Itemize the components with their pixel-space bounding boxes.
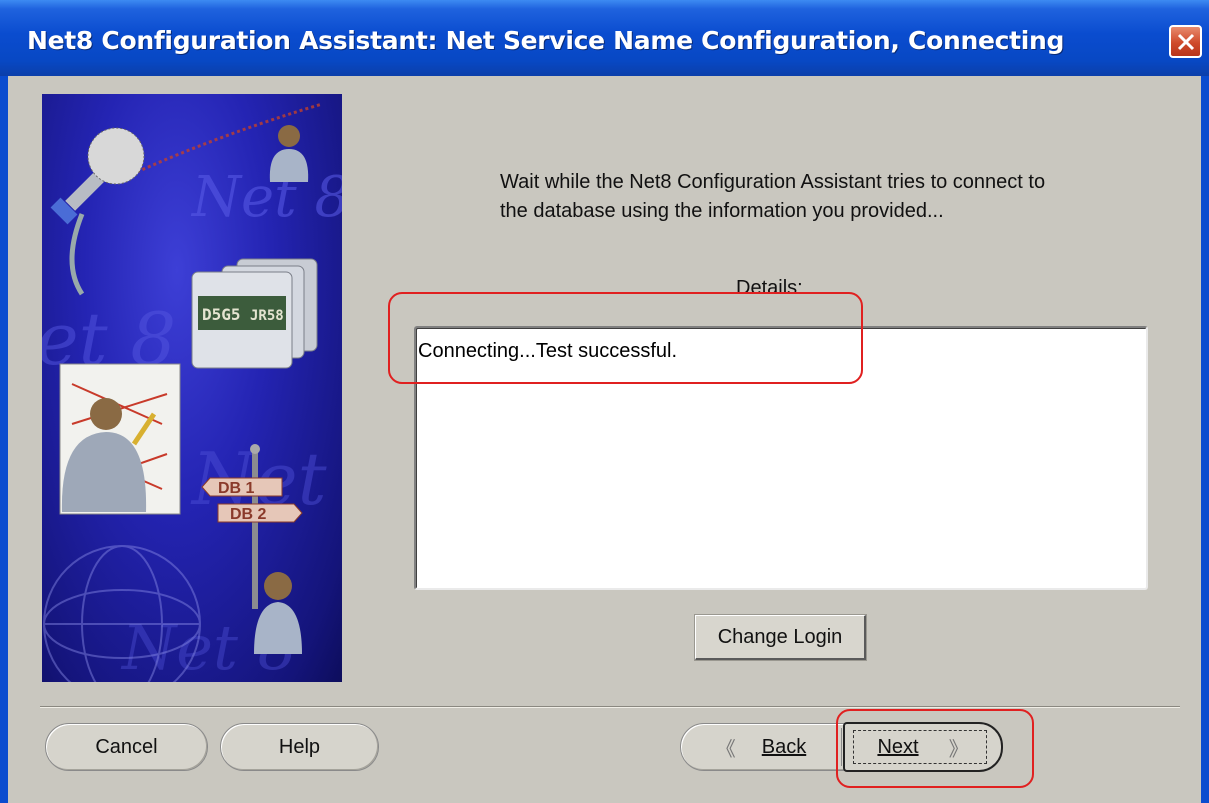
watermark-text: Net 8	[190, 165, 342, 230]
instructions-text: Wait while the Net8 Configuration Assist…	[500, 171, 1046, 222]
close-icon	[1177, 33, 1195, 51]
help-button[interactable]: Help	[220, 723, 379, 771]
window-frame-right	[1201, 76, 1209, 803]
cancel-button[interactable]: Cancel	[45, 723, 208, 771]
back-button-label: Back	[761, 735, 807, 758]
close-button[interactable]	[1169, 25, 1202, 58]
nav-divider	[841, 728, 842, 766]
back-button[interactable]: 《 Back	[681, 724, 841, 770]
folder-label: D5G5	[202, 305, 241, 324]
microphone-icon	[50, 127, 145, 296]
folder-icon: D5G5 JR58	[191, 258, 318, 369]
signpost-label: DB 1	[218, 480, 255, 497]
footer-separator	[40, 706, 1180, 708]
change-login-button[interactable]: Change Login	[695, 615, 866, 660]
wizard-illustration: Net 8 et 8 Net 8 Net 8 D5G5 JR58	[42, 94, 342, 682]
next-button[interactable]: Next 》	[843, 722, 1003, 772]
window-frame-left	[0, 76, 8, 803]
details-text: Connecting...Test successful.	[418, 340, 678, 362]
focus-rectangle	[853, 730, 987, 764]
navigation-buttons: 《 Back Next 》	[680, 722, 1003, 772]
person-icon	[269, 125, 309, 182]
signpost-label: DB 2	[230, 506, 267, 523]
chevron-left-icon: 《	[715, 738, 736, 761]
details-textarea[interactable]: Connecting...Test successful.	[414, 326, 1148, 590]
folder-label: JR58	[250, 308, 284, 324]
window-title: Net8 Configuration Assistant: Net Servic…	[27, 26, 1065, 55]
details-label: Details:	[736, 277, 803, 299]
title-bar[interactable]: Net8 Configuration Assistant: Net Servic…	[0, 0, 1209, 76]
